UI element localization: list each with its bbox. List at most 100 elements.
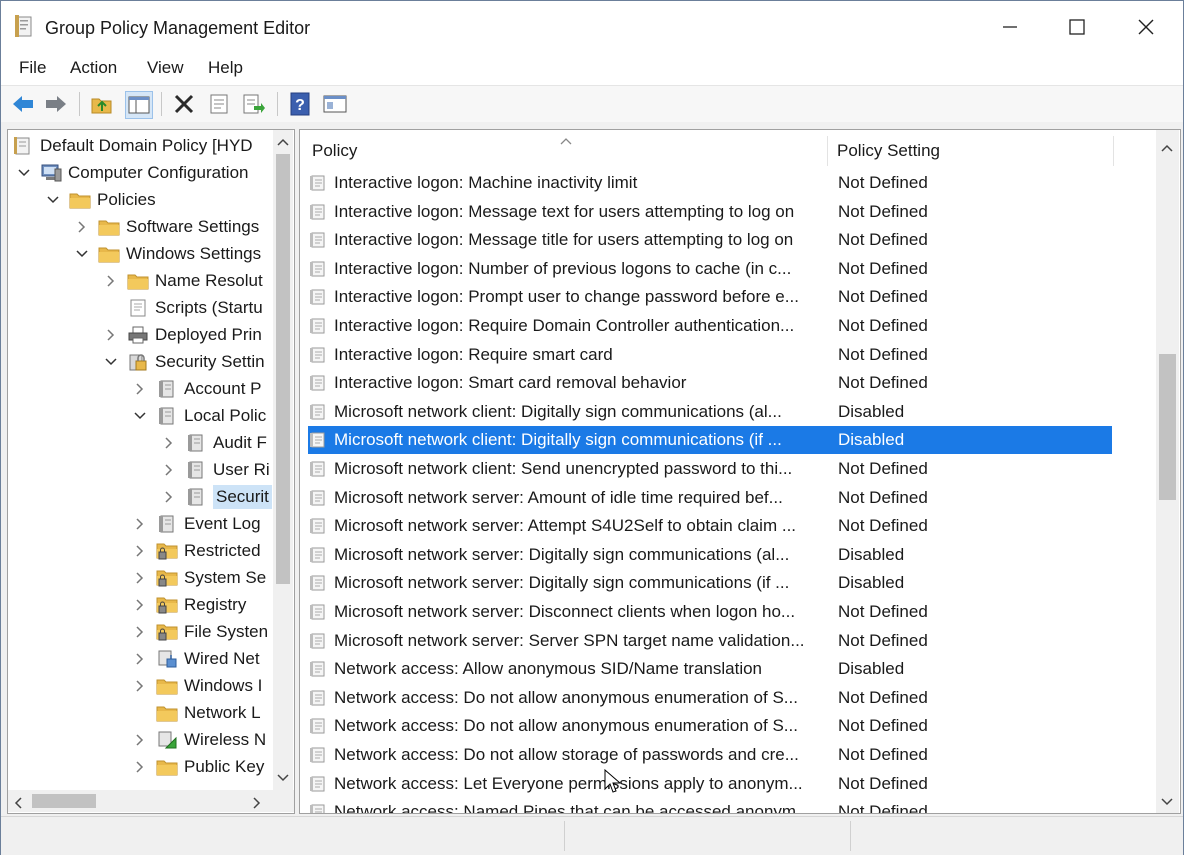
table-row[interactable]: Network access: Allow anonymous SID/Name… xyxy=(308,655,1112,683)
expand-chevron-icon[interactable] xyxy=(132,516,148,532)
tree-hscroll-thumb[interactable] xyxy=(32,794,96,808)
console-view-icon[interactable] xyxy=(322,91,348,117)
tree-node[interactable]: Computer Configuration xyxy=(16,159,248,186)
tree-node[interactable]: Account P xyxy=(132,375,262,402)
table-row[interactable]: Microsoft network server: Disconnect cli… xyxy=(308,598,1112,626)
tree-node[interactable]: Policies xyxy=(45,186,156,213)
tree-node[interactable]: Scripts (Startu xyxy=(103,294,263,321)
table-row[interactable]: Microsoft network client: Digitally sign… xyxy=(308,398,1112,426)
table-row[interactable]: Interactive logon: Prompt user to change… xyxy=(308,283,1112,311)
expand-chevron-icon[interactable] xyxy=(161,462,177,478)
policy-name: Network access: Allow anonymous SID/Name… xyxy=(334,659,763,679)
tree-node[interactable]: Software Settings xyxy=(74,213,259,240)
tree-node[interactable]: Name Resolut xyxy=(103,267,263,294)
tree-node[interactable]: Registry xyxy=(132,591,246,618)
expand-chevron-icon[interactable] xyxy=(132,678,148,694)
maximize-button[interactable] xyxy=(1052,9,1102,45)
tree-node[interactable]: Wired Net xyxy=(132,645,260,672)
forward-icon[interactable] xyxy=(43,91,69,117)
expand-chevron-icon[interactable] xyxy=(103,273,119,289)
expand-chevron-icon[interactable] xyxy=(74,219,90,235)
expand-chevron-icon[interactable] xyxy=(103,327,119,343)
expand-chevron-icon[interactable] xyxy=(132,651,148,667)
menu-help[interactable]: Help xyxy=(208,58,243,78)
table-row[interactable]: Microsoft network server: Server SPN tar… xyxy=(308,627,1112,655)
tree-node[interactable]: System Se xyxy=(132,564,266,591)
table-row[interactable]: Interactive logon: Message title for use… xyxy=(308,226,1112,254)
back-icon[interactable] xyxy=(10,91,36,117)
table-row[interactable]: Microsoft network server: Digitally sign… xyxy=(308,541,1112,569)
menu-action[interactable]: Action xyxy=(70,58,117,78)
tree-horizontal-scrollbar[interactable] xyxy=(8,790,294,812)
collapse-chevron-icon[interactable] xyxy=(16,165,32,181)
table-row[interactable]: Network access: Do not allow anonymous e… xyxy=(308,712,1112,740)
properties-icon[interactable] xyxy=(206,91,232,117)
table-row[interactable]: Microsoft network client: Digitally sign… xyxy=(308,426,1112,455)
expand-chevron-icon[interactable] xyxy=(161,489,177,505)
expand-chevron-icon[interactable] xyxy=(132,597,148,613)
column-header-policy[interactable]: Policy xyxy=(312,141,357,161)
tree-scroll-thumb[interactable] xyxy=(276,154,290,584)
expand-chevron-icon[interactable] xyxy=(132,543,148,559)
table-row[interactable]: Microsoft network server: Amount of idle… xyxy=(308,484,1112,512)
tree-node[interactable]: Restricted xyxy=(132,537,261,564)
table-row[interactable]: Network access: Named Pipes that can be … xyxy=(308,798,1112,813)
tree-vertical-scrollbar[interactable] xyxy=(273,130,293,790)
collapse-chevron-icon[interactable] xyxy=(132,408,148,424)
expand-chevron-icon[interactable] xyxy=(132,732,148,748)
table-row[interactable]: Interactive logon: Require Domain Contro… xyxy=(308,312,1112,340)
table-row[interactable]: Interactive logon: Require smart card Not… xyxy=(308,341,1112,369)
column-header-policy-setting[interactable]: Policy Setting xyxy=(837,141,940,161)
table-row[interactable]: Interactive logon: Message text for user… xyxy=(308,198,1112,226)
table-row[interactable]: Microsoft network client: Send unencrypt… xyxy=(308,455,1112,483)
list-scroll-thumb[interactable] xyxy=(1159,354,1176,500)
tree-node[interactable]: Securit xyxy=(161,483,272,510)
scroll-left-icon[interactable] xyxy=(13,796,23,813)
show-hide-tree-icon[interactable] xyxy=(125,91,153,119)
expand-chevron-icon[interactable] xyxy=(132,570,148,586)
tree-node[interactable]: User Ri xyxy=(161,456,270,483)
table-row[interactable]: Microsoft network server: Attempt S4U2Se… xyxy=(308,512,1112,540)
table-row[interactable]: Interactive logon: Machine inactivity li… xyxy=(308,169,1112,197)
tree-node[interactable]: Audit F xyxy=(161,429,267,456)
tree-node[interactable]: Local Polic xyxy=(132,402,266,429)
tree-node[interactable]: Wireless N xyxy=(132,726,266,753)
table-row[interactable]: Network access: Let Everyone permissions… xyxy=(308,770,1112,798)
expand-chevron-icon[interactable] xyxy=(132,381,148,397)
tree-node[interactable]: Public Key xyxy=(132,753,264,780)
tree-node[interactable]: Windows Settings xyxy=(74,240,261,267)
menu-view[interactable]: View xyxy=(147,58,184,78)
tree-node[interactable]: Windows I xyxy=(132,672,262,699)
table-row[interactable]: Interactive logon: Number of previous lo… xyxy=(308,255,1112,283)
minimize-button[interactable] xyxy=(985,9,1035,45)
up-folder-icon[interactable] xyxy=(89,91,115,117)
tree-node[interactable]: File Systen xyxy=(132,618,268,645)
scroll-down-icon[interactable] xyxy=(1160,794,1174,812)
scroll-up-icon[interactable] xyxy=(1160,140,1174,158)
scroll-down-icon[interactable] xyxy=(276,770,290,788)
expand-chevron-icon[interactable] xyxy=(161,435,177,451)
table-row[interactable]: Interactive logon: Smart card removal be… xyxy=(308,369,1112,397)
export-list-icon[interactable] xyxy=(241,91,267,117)
collapse-chevron-icon[interactable] xyxy=(103,354,119,370)
menu-file[interactable]: File xyxy=(19,58,46,78)
policy-item-icon xyxy=(308,259,328,279)
table-row[interactable]: Network access: Do not allow storage of … xyxy=(308,741,1112,769)
tree-node[interactable]: Deployed Prin xyxy=(103,321,262,348)
help-icon[interactable]: ? xyxy=(287,91,313,117)
expand-chevron-icon[interactable] xyxy=(132,624,148,640)
scroll-up-icon[interactable] xyxy=(276,134,290,152)
delete-icon[interactable] xyxy=(171,91,197,117)
table-row[interactable]: Microsoft network server: Digitally sign… xyxy=(308,569,1112,597)
list-vertical-scrollbar[interactable] xyxy=(1156,130,1179,813)
close-button[interactable] xyxy=(1121,9,1171,45)
tree-node[interactable]: Security Settin xyxy=(103,348,265,375)
table-row[interactable]: Network access: Do not allow anonymous e… xyxy=(308,684,1112,712)
scroll-right-icon[interactable] xyxy=(252,796,262,813)
collapse-chevron-icon[interactable] xyxy=(74,246,90,262)
tree-node[interactable]: Event Log xyxy=(132,510,261,537)
tree-node[interactable]: Network L xyxy=(132,699,261,726)
expand-chevron-icon[interactable] xyxy=(132,759,148,775)
collapse-chevron-icon[interactable] xyxy=(45,192,61,208)
tree-node[interactable]: Default Domain Policy [HYD xyxy=(12,132,253,159)
